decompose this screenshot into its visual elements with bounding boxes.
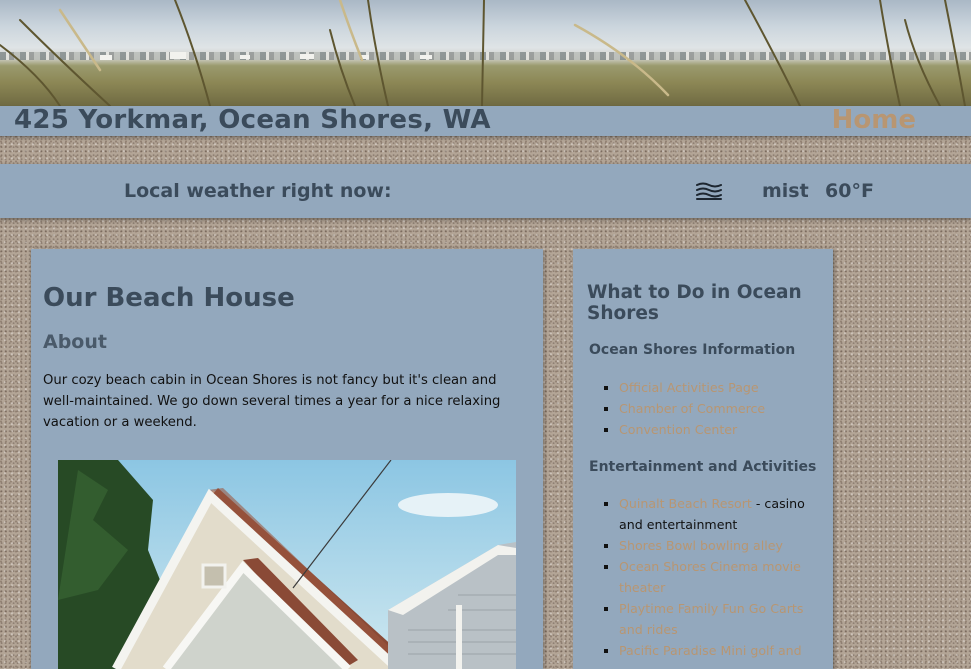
- sidebar-title: What to Do in Ocean Shores: [587, 282, 802, 324]
- header-banner-image: [0, 0, 971, 106]
- weather-description: mist: [762, 180, 809, 202]
- pacific-paradise-link[interactable]: Pacific Paradise Mini golf and: [619, 643, 802, 658]
- site-header-bar: 425 Yorkmar, Ocean Shores, WA Home: [0, 105, 971, 136]
- beach-house-photo: [58, 460, 516, 669]
- shores-bowl-link[interactable]: Shores Bowl bowling alley: [619, 538, 783, 553]
- list-item: Chamber of Commerce: [619, 398, 825, 419]
- list-item: Official Activities Page: [619, 377, 825, 398]
- entertainment-link-list: Quinalt Beach Resort - casino and entert…: [589, 493, 825, 661]
- convention-center-link[interactable]: Convention Center: [619, 422, 737, 437]
- playtime-family-fun-link[interactable]: Playtime Family Fun Go Carts and rides: [619, 601, 803, 637]
- quinalt-beach-resort-link[interactable]: Quinalt Beach Resort: [619, 496, 752, 511]
- section-heading-info: Ocean Shores Information: [589, 342, 796, 358]
- section-heading-entertainment: Entertainment and Activities: [589, 459, 817, 475]
- weather-label: Local weather right now:: [124, 180, 392, 202]
- chamber-of-commerce-link[interactable]: Chamber of Commerce: [619, 401, 765, 416]
- list-item: Quinalt Beach Resort - casino and entert…: [619, 493, 825, 535]
- weather-bar: Local weather right now: mist 60°F: [0, 164, 971, 218]
- site-title: 425 Yorkmar, Ocean Shores, WA: [14, 105, 491, 135]
- info-link-list: Official Activities Page Chamber of Comm…: [589, 377, 825, 440]
- official-activities-link[interactable]: Official Activities Page: [619, 380, 759, 395]
- about-text: Our cozy beach cabin in Ocean Shores is …: [43, 373, 501, 430]
- list-item: Ocean Shores Cinema movie theater: [619, 556, 825, 598]
- list-item: Playtime Family Fun Go Carts and rides: [619, 598, 825, 640]
- page-title: Our Beach House: [43, 283, 295, 313]
- ocean-shores-cinema-link[interactable]: Ocean Shores Cinema movie theater: [619, 559, 801, 595]
- list-item: Pacific Paradise Mini golf and: [619, 640, 825, 661]
- home-link[interactable]: Home: [832, 105, 916, 135]
- main-content-panel: Our Beach House About Our cozy beach cab…: [31, 249, 543, 669]
- sidebar-panel: What to Do in Ocean Shores Ocean Shores …: [573, 249, 833, 669]
- about-heading: About: [43, 331, 107, 353]
- mist-icon: [696, 182, 722, 200]
- list-item: Convention Center: [619, 419, 825, 440]
- list-item: Shores Bowl bowling alley: [619, 535, 825, 556]
- weather-temperature: 60°F: [825, 180, 874, 202]
